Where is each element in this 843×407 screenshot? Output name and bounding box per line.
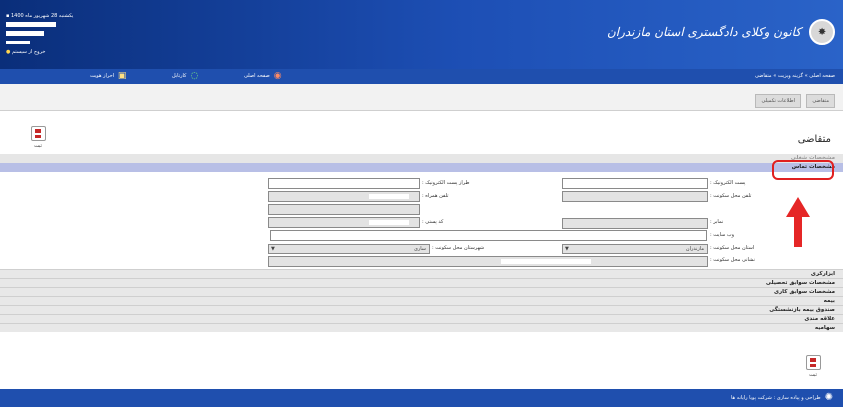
accordion-work-history[interactable]: مشخصات سوابق کاری (0, 287, 843, 296)
save-icon (805, 355, 821, 370)
city-label: شهرستان محل سکونت : (432, 245, 485, 251)
cartable-menu-label: کارتابل (172, 73, 187, 79)
email-label: پست الکترونیک : (710, 180, 746, 186)
footer: ✺ طراحی و پیاده سازی : شرکت پویا رایانه … (0, 389, 843, 407)
redacted-extra (6, 41, 30, 44)
accordion-retirement-fund[interactable]: صندوق بیمه بازنشستگی (0, 305, 843, 314)
brand: ✸ کانون وکلای دادگستری استان مازندران (607, 12, 835, 52)
address-field[interactable] (268, 256, 708, 267)
accordion-insurance[interactable]: بیمه (0, 296, 843, 305)
identity-menu-label: احراز هویت (90, 73, 115, 79)
city-select[interactable]: ساری ▼ (268, 244, 430, 254)
seal-logo-icon: ✸ (809, 19, 835, 45)
home-menu-label: صفحه اصلی (244, 73, 270, 79)
province-label: استان محل سکونت : (710, 245, 755, 251)
current-date: یکشنبه 28 شهریور ماه 1400 (10, 13, 74, 19)
fax-field[interactable] (562, 218, 708, 229)
website-label: وب سایت : (710, 232, 734, 238)
up-arrow-annotation (786, 197, 810, 247)
redacted-postal-code (369, 220, 409, 225)
section-job-info[interactable]: مشخصات شغلی (0, 154, 843, 163)
cartable-icon: ◌ (190, 71, 199, 81)
chevron-down-icon: ▼ (271, 246, 275, 252)
postal-code-field[interactable] (268, 217, 420, 228)
alt-email-field[interactable] (268, 178, 420, 189)
save-button-bottom[interactable]: ثبت (803, 355, 823, 378)
logout-link[interactable]: خروج از سیستم (12, 49, 45, 55)
accordion-interests[interactable]: علاقه مندی (0, 314, 843, 323)
redacted-role (6, 31, 44, 36)
extra-field[interactable] (268, 204, 420, 215)
home-phone-field[interactable] (562, 191, 708, 202)
website-field[interactable] (270, 230, 707, 241)
redacted-address (501, 259, 591, 264)
accordion-tools[interactable]: ابزارکری (0, 269, 843, 278)
footer-credit-row: ✺ طراحی و پیاده سازی : شرکت پویا رایانه … (731, 389, 833, 407)
highlight-annotation (772, 160, 834, 180)
user-info: ▪ یکشنبه 28 شهریور ماه 1400 ● خروج از سی… (6, 12, 126, 57)
home-phone-label: تلفن محل سکونت : (710, 193, 752, 199)
brand-title: کانون وکلای دادگستری استان مازندران (606, 25, 801, 39)
identity-menu-link[interactable]: ▣ احراز هویت (90, 69, 127, 84)
save-icon (30, 126, 46, 141)
calendar-icon: ▪ (6, 13, 10, 19)
logout-icon: ● (6, 49, 11, 55)
home-menu-link[interactable]: ◉ صفحه اصلی (244, 69, 283, 84)
home-icon: ◉ (273, 71, 282, 81)
email-field[interactable] (562, 178, 708, 189)
section-contact-info[interactable]: مشخصات تماس (0, 163, 843, 172)
save-button-label: ثبت (809, 372, 817, 378)
accordion-shares[interactable]: سهامیه (0, 323, 843, 332)
app-header: ▪ یکشنبه 28 شهریور ماه 1400 ● خروج از سی… (0, 0, 843, 69)
redacted-mobile (369, 194, 409, 199)
address-label: نشانی محل سکونت : (710, 257, 755, 263)
company-logo-icon: ✺ (824, 392, 833, 403)
alt-email-label: طراز پست الکترونیک : (422, 180, 470, 186)
fax-label: نمابر : (710, 219, 724, 225)
tab-additional-info[interactable]: اطلاعات تکمیلی (755, 94, 801, 108)
chevron-down-icon: ▼ (565, 246, 569, 252)
tab-strip: متقاضی اطلاعات تکمیلی (0, 84, 843, 111)
breadcrumb[interactable]: صفحه اصلی » گزینه ویزیت » متقاضی (755, 69, 835, 84)
save-button-label: ثبت (34, 143, 42, 149)
city-value: ساری (413, 246, 426, 252)
save-button-top[interactable]: ثبت (28, 126, 48, 149)
province-select[interactable]: مازندران ▼ (562, 244, 708, 254)
footer-credit: طراحی و پیاده سازی : شرکت پویا رایانه ها (731, 395, 821, 401)
cartable-menu-link[interactable]: ◌ کارتابل (172, 69, 199, 84)
tab-applicant[interactable]: متقاضی (806, 94, 835, 108)
postal-code-label: کد پستی : (422, 219, 444, 225)
redacted-username (6, 22, 56, 27)
page-title: متقاضی (797, 134, 831, 145)
accordion-education[interactable]: مشخصات سوابق تحصیلی (0, 278, 843, 287)
menu-bar: صفحه اصلی » گزینه ویزیت » متقاضی ◉ صفحه … (0, 69, 843, 84)
identity-card-icon: ▣ (117, 71, 127, 81)
mobile-label: تلفن همراه : (422, 193, 449, 199)
province-value: مازندران (685, 246, 704, 252)
mobile-field[interactable] (268, 191, 420, 202)
